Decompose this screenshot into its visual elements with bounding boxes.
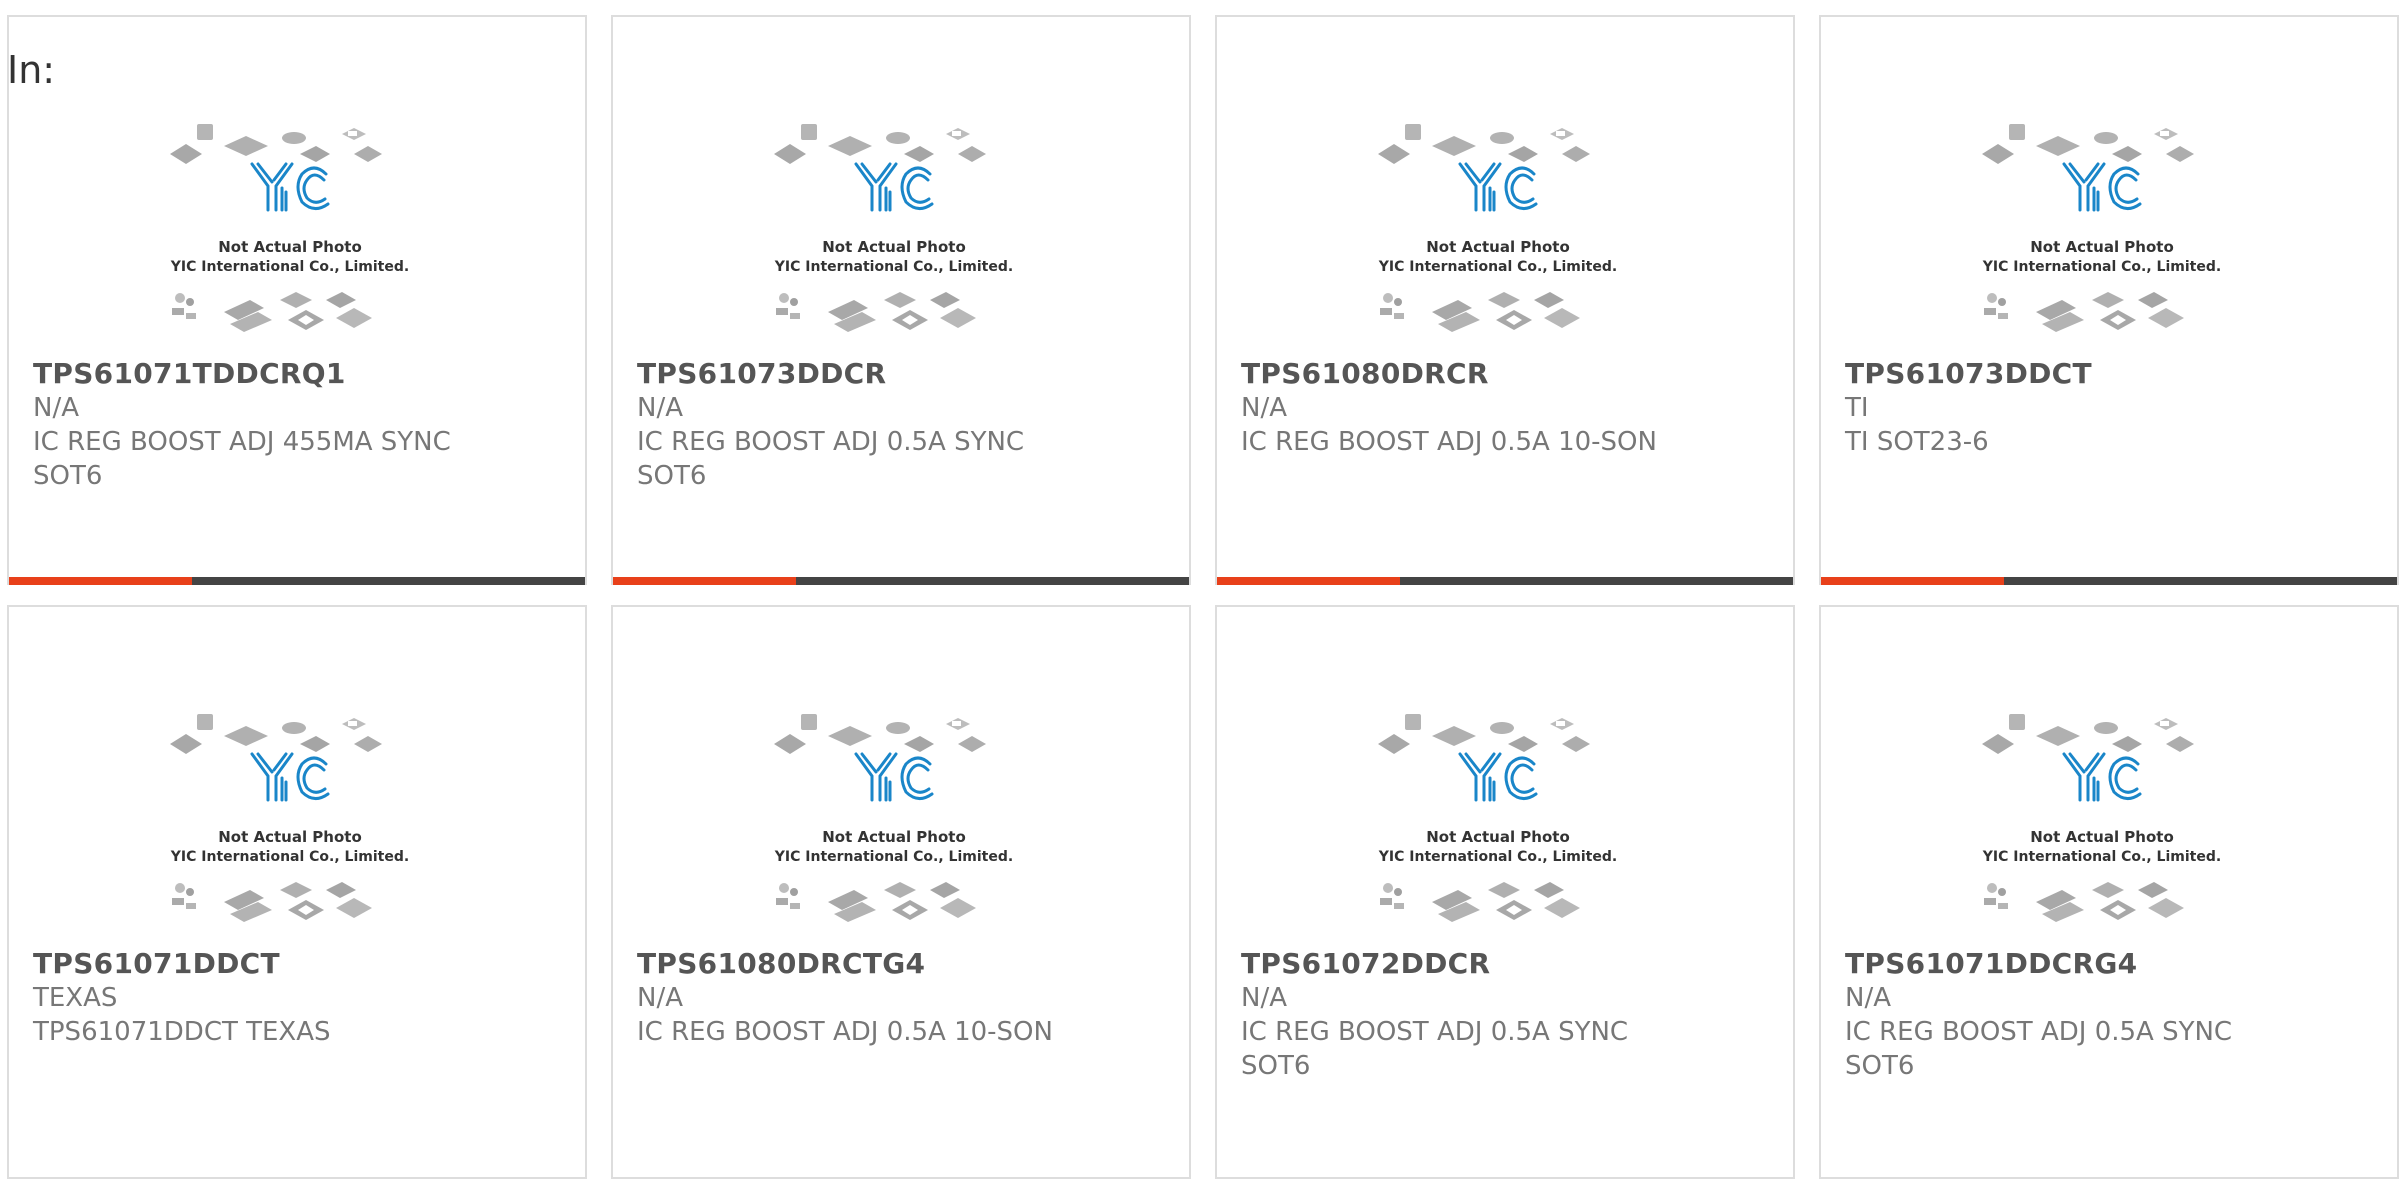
product-part-number[interactable]: TPS61073DDCR (637, 357, 1169, 391)
product-grid: Not Actual Photo YIC International Co., … (7, 15, 2399, 1179)
product-description: IC REG BOOST ADJ 0.5A 10-SON (637, 1017, 1053, 1047)
product-part-number[interactable]: TPS61072DDCR (1241, 947, 1773, 981)
product-placeholder-image: Not Actual Photo YIC International Co., … (1376, 712, 1617, 924)
product-part-number[interactable]: TPS61071TDDCRQ1 (33, 357, 565, 391)
product-card[interactable]: Not Actual Photo YIC International Co., … (611, 605, 1191, 1179)
product-part-number[interactable]: TPS61071DDCRG4 (1845, 947, 2377, 981)
card-accent-bar (9, 577, 585, 585)
placeholder-caption-line2: YIC International Co., Limited. (1378, 849, 1617, 865)
card-accent-segment (613, 577, 796, 585)
product-placeholder-image: Not Actual Photo YIC International Co., … (1980, 122, 2221, 334)
product-description: IC REG BOOST ADJ 0.5A 10-SON (1241, 427, 1657, 457)
product-card[interactable]: Not Actual Photo YIC International Co., … (611, 15, 1191, 585)
in-label: In: (7, 48, 56, 92)
product-placeholder-image: Not Actual Photo YIC International Co., … (772, 122, 1013, 334)
product-description: IC REG BOOST ADJ 0.5A SYNC SOT6 (1241, 1017, 1629, 1081)
product-placeholder-image: Not Actual Photo YIC International Co., … (168, 122, 409, 334)
card-accent-segment (9, 577, 192, 585)
card-accent-bar (1821, 577, 2397, 585)
product-manufacturer: N/A (1241, 983, 1287, 1013)
placeholder-caption-line2: YIC International Co., Limited. (170, 259, 409, 275)
product-description: IC REG BOOST ADJ 455MA SYNC SOT6 (33, 427, 451, 491)
product-manufacturer: N/A (33, 393, 79, 423)
product-placeholder-image: Not Actual Photo YIC International Co., … (772, 712, 1013, 924)
product-card[interactable]: Not Actual Photo YIC International Co., … (1819, 15, 2399, 585)
card-accent-bar (1217, 577, 1793, 585)
card-accent-bar (613, 577, 1189, 585)
product-manufacturer: N/A (1241, 393, 1287, 423)
placeholder-caption-line1: Not Actual Photo (218, 238, 362, 256)
product-placeholder-image: Not Actual Photo YIC International Co., … (168, 712, 409, 924)
placeholder-caption-line1: Not Actual Photo (1426, 828, 1570, 846)
product-description: IC REG BOOST ADJ 0.5A SYNC SOT6 (1845, 1017, 2233, 1081)
product-description: IC REG BOOST ADJ 0.5A SYNC SOT6 (637, 427, 1025, 491)
product-placeholder-image: Not Actual Photo YIC International Co., … (1376, 122, 1617, 334)
product-card[interactable]: Not Actual Photo YIC International Co., … (7, 15, 587, 585)
product-part-number[interactable]: TPS61073DDCT (1845, 357, 2377, 391)
placeholder-caption-line1: Not Actual Photo (2030, 238, 2174, 256)
product-card[interactable]: Not Actual Photo YIC International Co., … (1819, 605, 2399, 1179)
product-manufacturer: TI (1845, 393, 1869, 423)
product-manufacturer: TEXAS (33, 983, 118, 1013)
product-card[interactable]: Not Actual Photo YIC International Co., … (1215, 15, 1795, 585)
placeholder-caption-line1: Not Actual Photo (822, 828, 966, 846)
product-placeholder-image: Not Actual Photo YIC International Co., … (1980, 712, 2221, 924)
placeholder-caption-line2: YIC International Co., Limited. (170, 849, 409, 865)
product-manufacturer: N/A (637, 393, 683, 423)
product-part-number[interactable]: TPS61080DRCR (1241, 357, 1773, 391)
placeholder-caption-line2: YIC International Co., Limited. (1982, 259, 2221, 275)
placeholder-caption-line1: Not Actual Photo (2030, 828, 2174, 846)
placeholder-caption-line1: Not Actual Photo (822, 238, 966, 256)
product-part-number[interactable]: TPS61071DDCT (33, 947, 565, 981)
product-manufacturer: N/A (1845, 983, 1891, 1013)
placeholder-caption-line2: YIC International Co., Limited. (774, 849, 1013, 865)
card-accent-segment (1821, 577, 2004, 585)
product-card[interactable]: Not Actual Photo YIC International Co., … (1215, 605, 1795, 1179)
placeholder-caption-line2: YIC International Co., Limited. (774, 259, 1013, 275)
product-description: TPS61071DDCT TEXAS (33, 1017, 331, 1047)
product-part-number[interactable]: TPS61080DRCTG4 (637, 947, 1169, 981)
product-manufacturer: N/A (637, 983, 683, 1013)
placeholder-caption-line1: Not Actual Photo (1426, 238, 1570, 256)
placeholder-caption-line2: YIC International Co., Limited. (1378, 259, 1617, 275)
card-accent-segment (1217, 577, 1400, 585)
product-description: TI SOT23-6 (1845, 427, 1989, 457)
placeholder-caption-line2: YIC International Co., Limited. (1982, 849, 2221, 865)
placeholder-caption-line1: Not Actual Photo (218, 828, 362, 846)
product-card[interactable]: Not Actual Photo YIC International Co., … (7, 605, 587, 1179)
